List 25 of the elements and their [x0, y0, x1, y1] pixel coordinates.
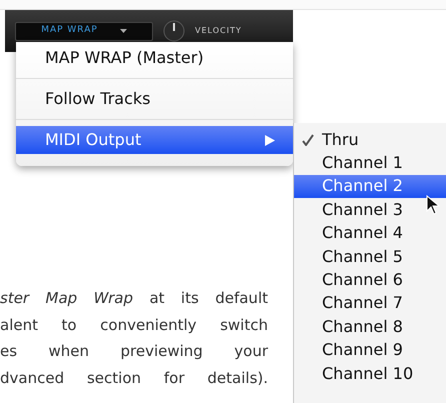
- map-wrap-dropdown[interactable]: MAP WRAP: [15, 22, 153, 40]
- checkmark-icon: [302, 134, 314, 146]
- submenu-item[interactable]: Channel 6: [294, 268, 446, 292]
- submenu-item[interactable]: Channel 8: [294, 315, 446, 339]
- submenu-item[interactable]: Channel 1: [294, 151, 446, 175]
- submenu-item[interactable]: Thru: [294, 128, 446, 152]
- paragraph-line: ster Map Wrap at its default: [0, 288, 268, 309]
- submenu-item[interactable]: Channel 10: [294, 362, 446, 386]
- cursor-icon: [426, 195, 440, 215]
- velocity-label: VELOCITY: [195, 25, 242, 37]
- submenu-item[interactable]: Channel 2: [294, 174, 446, 198]
- paragraph-line: alent to conveniently switch: [0, 314, 268, 336]
- menu-item[interactable]: MAP WRAP (Master): [16, 44, 293, 72]
- submenu-item[interactable]: Channel 7: [294, 292, 446, 316]
- paragraph-line: dvanced section for details).: [0, 368, 268, 388]
- caret-icon: [120, 29, 127, 33]
- menu-item[interactable]: MIDI Output: [16, 126, 293, 154]
- paragraph-line: es when previewing your: [0, 341, 268, 362]
- submenu-item[interactable]: Channel 3: [294, 198, 446, 222]
- menu-item[interactable]: Follow Tracks: [16, 85, 293, 113]
- submenu-item[interactable]: Channel 9: [294, 338, 446, 362]
- knob-icon[interactable]: [163, 20, 185, 42]
- submenu-item[interactable]: Channel 4: [294, 222, 446, 245]
- submenu-item[interactable]: Channel 5: [294, 244, 446, 268]
- submenu-arrow-icon: [265, 134, 275, 146]
